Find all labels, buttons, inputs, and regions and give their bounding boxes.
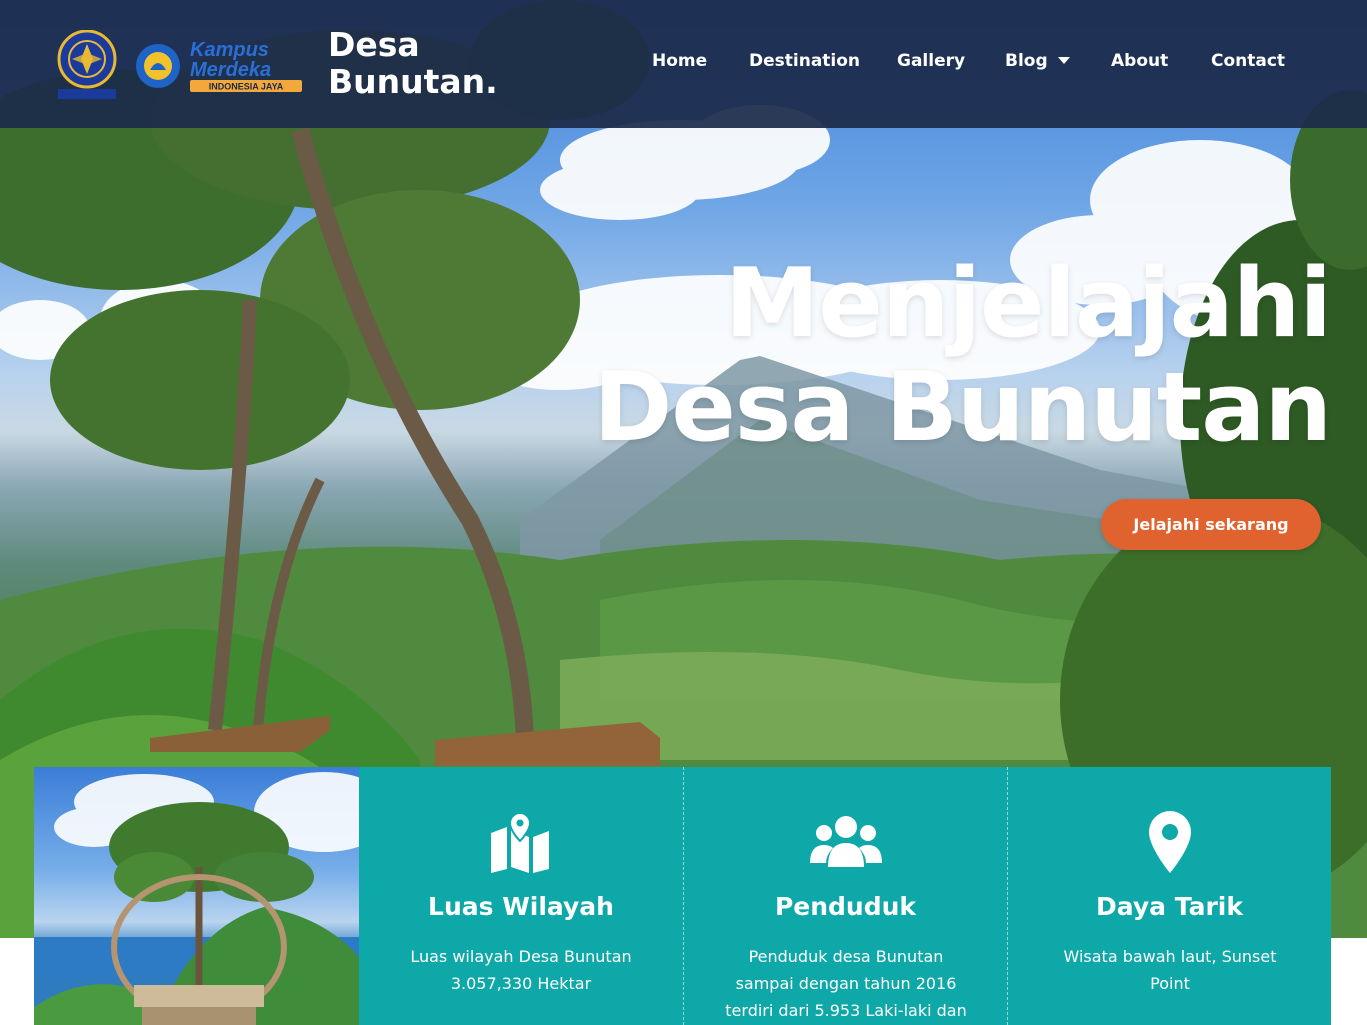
logo-km-line1: Kampus	[190, 39, 269, 61]
nav-item-blog-label: Blog	[1005, 51, 1048, 71]
explore-now-button[interactable]: Jelajahi sekarang	[1101, 499, 1321, 550]
feature-text: Penduduk desa Bunutan sampai dengan tahu…	[725, 947, 967, 1020]
users-icon	[809, 816, 882, 867]
feature-title: Daya Tarik	[1096, 892, 1243, 921]
feature-text: Luas wilayah Desa Bunutan 3.057,330 Hekt…	[410, 947, 632, 993]
hero-title-line2: Desa Bunutan	[593, 353, 1332, 463]
kampus-merdeka-logo[interactable]: Kampus Merdeka INDONESIA JAYA	[134, 36, 304, 96]
feature-card-area: Luas Wilayah Luas wilayah Desa Bunutan 3…	[359, 767, 683, 1025]
brand-line1: Desa	[328, 25, 420, 64]
map-pin-icon	[1148, 811, 1191, 873]
chevron-down-icon	[1057, 56, 1070, 64]
logo-km-line2: Merdeka	[190, 59, 271, 81]
site-header: Kampus Merdeka INDONESIA JAYA Desa Bunut…	[0, 0, 1367, 128]
nav-item-home[interactable]: Home	[652, 48, 707, 74]
logo-km-line3: INDONESIA JAYA	[209, 82, 284, 92]
kampus-merdeka-icon: Kampus Merdeka INDONESIA JAYA	[136, 39, 302, 92]
feature-text: Wisata bawah laut, Sunset Point	[1063, 947, 1277, 993]
nav-item-blog[interactable]: Blog	[1005, 48, 1070, 74]
hero-title: Menjelajahi Desa Bunutan	[431, 249, 1332, 463]
feature-card-attraction: Daya Tarik Wisata bawah laut, Sunset Poi…	[1007, 767, 1331, 1025]
swing-tree-image	[34, 772, 359, 1025]
nav-item-destination[interactable]: Destination	[749, 48, 860, 74]
nav-item-gallery[interactable]: Gallery	[897, 48, 965, 74]
nav-item-about[interactable]: About	[1111, 48, 1168, 74]
feature-section: Luas Wilayah Luas wilayah Desa Bunutan 3…	[34, 767, 1333, 1025]
feature-photo	[34, 767, 359, 1025]
feature-title: Penduduk	[774, 892, 917, 921]
nav-item-contact[interactable]: Contact	[1211, 48, 1285, 74]
map-icon	[491, 811, 549, 873]
feature-title: Luas Wilayah	[428, 892, 614, 921]
site-brand[interactable]: Desa Bunutan.	[328, 26, 528, 100]
brand-line2: Bunutan.	[328, 62, 498, 101]
hero-title-line1: Menjelajahi	[724, 249, 1332, 359]
feature-card-population: Penduduk Penduduk desa Bunutan sampai de…	[683, 767, 1007, 1025]
university-seal-icon	[57, 29, 117, 99]
universitas-udayana-logo[interactable]	[56, 29, 118, 100]
